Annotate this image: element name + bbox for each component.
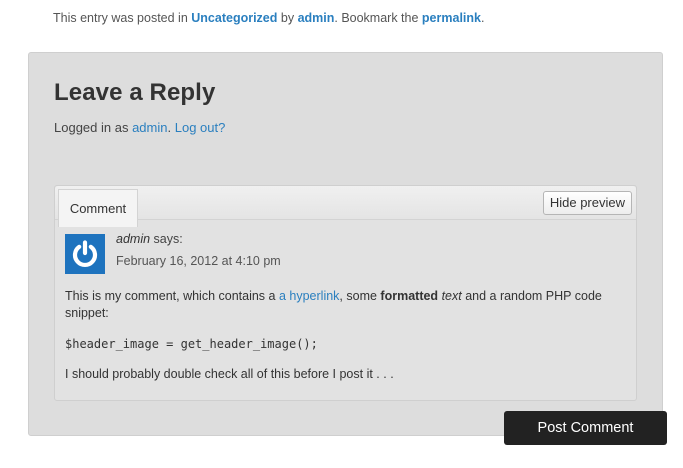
comment-hyperlink[interactable]: a hyperlink [279, 289, 339, 303]
entry-meta-prefix: This entry was posted in [53, 11, 192, 25]
tab-comment[interactable]: Comment [58, 189, 138, 227]
comment-respond-panel: Leave a Reply Logged in as admin. Log ou… [28, 52, 663, 436]
comment-text: , some [339, 289, 381, 303]
author-link[interactable]: admin [298, 11, 335, 25]
comment-preview-box: Comment Hide preview admin says: Februar… [54, 185, 637, 401]
comment-author: admin says: [116, 232, 183, 246]
logged-in-prefix: Logged in as [54, 120, 133, 135]
comment-bold-text: formatted [380, 289, 439, 303]
entry-meta-by: by [277, 11, 298, 25]
comment-code-snippet: $header_image = get_header_image(); [65, 337, 318, 351]
entry-meta-end: . [480, 11, 485, 25]
logout-link[interactable]: Log out? [175, 120, 226, 135]
comment-paragraph: This is my comment, which contains a a h… [65, 288, 625, 322]
logged-in-as: Logged in as admin. Log out? [54, 120, 225, 135]
power-icon [72, 240, 98, 268]
reply-title: Leave a Reply [54, 79, 216, 106]
comment-body: This is my comment, which contains a a h… [65, 288, 625, 383]
logged-in-separator: . [167, 120, 175, 135]
comment-paragraph-last: I should probably double check all of th… [65, 367, 394, 381]
comment-author-name: admin [116, 232, 151, 246]
comment-date: February 16, 2012 at 4:10 pm [116, 254, 281, 268]
comment-italic-text: text [441, 289, 462, 303]
entry-meta-bookmark: . Bookmark the [334, 11, 422, 25]
says-label: says: [150, 232, 183, 246]
comment-text: This is my comment, which contains a [65, 289, 279, 303]
post-comment-button[interactable]: Post Comment [504, 411, 667, 445]
entry-meta: This entry was posted in Uncategorized b… [53, 11, 484, 25]
user-profile-link[interactable]: admin [132, 120, 167, 135]
category-link[interactable]: Uncategorized [191, 11, 277, 25]
avatar [65, 234, 105, 274]
hide-preview-button[interactable]: Hide preview [542, 191, 632, 215]
permalink-link[interactable]: permalink [422, 11, 481, 25]
